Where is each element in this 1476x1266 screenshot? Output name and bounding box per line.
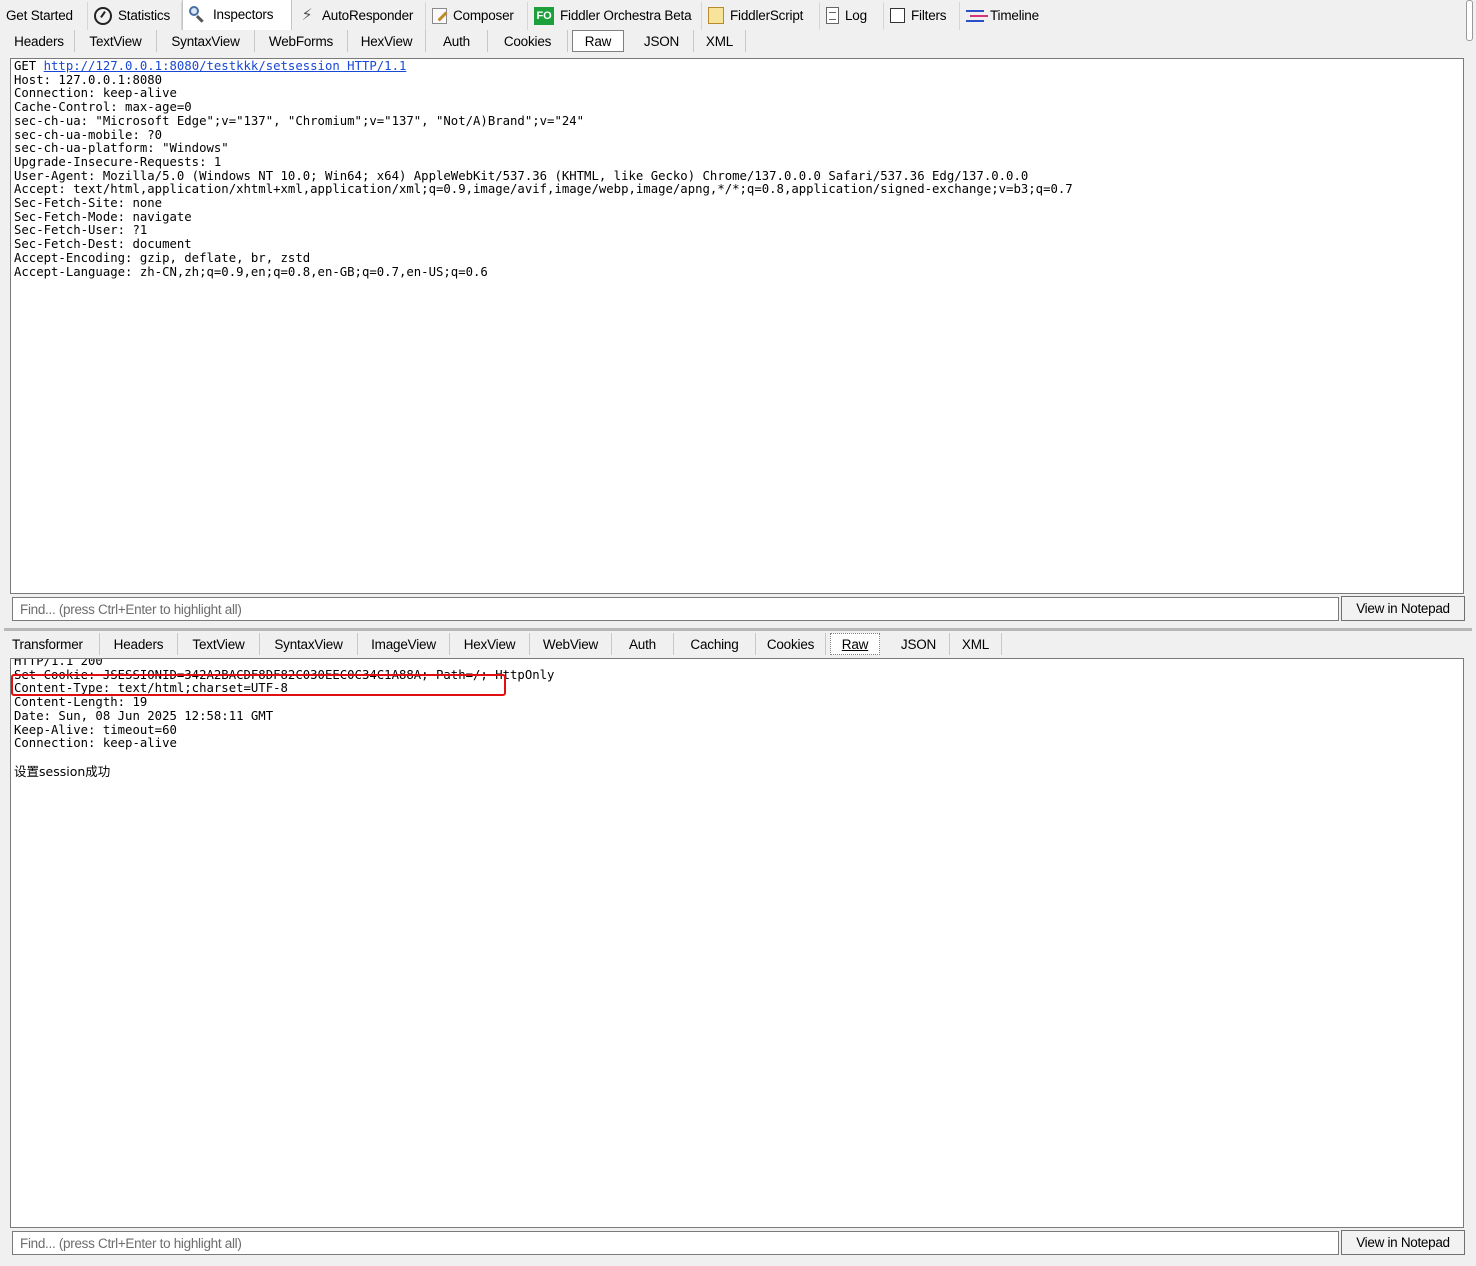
resp-tab-hexview[interactable]: HexView bbox=[450, 633, 530, 655]
request-raw-pane[interactable]: GET http://127.0.0.1:8080/testkkk/setses… bbox=[10, 58, 1464, 594]
tab-log[interactable]: Log bbox=[820, 1, 884, 30]
resp-tab-raw[interactable]: Raw bbox=[830, 633, 880, 655]
checkbox-icon bbox=[890, 8, 905, 23]
response-header-line: Keep-Alive: timeout=60 bbox=[14, 722, 177, 737]
tab-label: AutoResponder bbox=[322, 8, 414, 23]
response-header-line: Content-Length: 19 bbox=[14, 695, 148, 710]
request-find-bar: View in Notepad bbox=[10, 596, 1466, 622]
req-tab-syntaxview[interactable]: SyntaxView bbox=[157, 30, 255, 52]
response-view-in-notepad-button[interactable]: View in Notepad bbox=[1341, 1230, 1465, 1255]
stopwatch-icon bbox=[94, 6, 112, 25]
req-tab-headers[interactable]: Headers bbox=[4, 30, 75, 52]
tab-label: Log bbox=[845, 8, 867, 23]
resp-tab-json[interactable]: JSON bbox=[888, 633, 950, 655]
composer-pencil-icon bbox=[432, 7, 447, 24]
request-header-line: Sec-Fetch-Site: none bbox=[14, 196, 163, 211]
req-tab-webforms[interactable]: WebForms bbox=[255, 30, 348, 52]
request-header-line: Upgrade-Insecure-Requests: 1 bbox=[14, 154, 222, 169]
pane-splitter[interactable] bbox=[4, 628, 1472, 631]
fo-logo-icon: FO bbox=[534, 6, 554, 25]
resp-tab-xml[interactable]: XML bbox=[950, 633, 1002, 655]
request-raw-text: GET http://127.0.0.1:8080/testkkk/setses… bbox=[11, 59, 1463, 280]
scrollbar-thumb[interactable] bbox=[1466, 0, 1473, 41]
tab-inspectors[interactable]: Inspectors bbox=[182, 0, 292, 30]
request-header-line: Sec-Fetch-Dest: document bbox=[14, 237, 192, 252]
main-tab-bar: Get Started Statistics Inspectors ⚡ Auto… bbox=[0, 0, 1462, 31]
response-find-input[interactable] bbox=[12, 1231, 1339, 1255]
response-body-text: 设置session成功 bbox=[14, 763, 111, 779]
tab-label: FiddlerScript bbox=[730, 8, 804, 23]
inspector-magnifier-icon bbox=[189, 5, 207, 24]
request-header-line: sec-ch-ua-mobile: ?0 bbox=[14, 127, 163, 142]
request-header-line: Host: 127.0.0.1:8080 bbox=[14, 72, 163, 87]
tab-timeline[interactable]: Timeline bbox=[960, 2, 1050, 30]
tab-fiddlerscript[interactable]: FiddlerScript bbox=[702, 1, 820, 30]
request-header-line: Sec-Fetch-Mode: navigate bbox=[14, 209, 192, 224]
req-tab-raw[interactable]: Raw bbox=[572, 30, 624, 52]
tab-statistics[interactable]: Statistics bbox=[88, 1, 182, 30]
request-url-link[interactable]: http://127.0.0.1:8080/testkkk/setsession… bbox=[44, 59, 407, 73]
request-header-line: sec-ch-ua-platform: "Windows" bbox=[14, 141, 229, 156]
resp-tab-headers[interactable]: Headers bbox=[100, 633, 178, 655]
request-header-line: Accept-Encoding: gzip, deflate, br, zstd bbox=[14, 250, 311, 265]
tab-fiddler-orchestra[interactable]: FO Fiddler Orchestra Beta bbox=[528, 1, 702, 30]
tab-autoresponder[interactable]: ⚡ AutoResponder bbox=[292, 1, 426, 30]
request-view-in-notepad-button[interactable]: View in Notepad bbox=[1341, 596, 1465, 621]
resp-tab-textview[interactable]: TextView bbox=[178, 633, 260, 655]
request-header-line: sec-ch-ua: "Microsoft Edge";v="137", "Ch… bbox=[14, 113, 585, 128]
request-method: GET bbox=[14, 59, 44, 73]
request-header-line: Cache-Control: max-age=0 bbox=[14, 100, 192, 115]
tab-get-started[interactable]: Get Started bbox=[0, 1, 88, 30]
response-header-line: Date: Sun, 08 Jun 2025 12:58:11 GMT bbox=[14, 708, 274, 723]
request-header-line: Connection: keep-alive bbox=[14, 86, 177, 101]
response-header-line: Content-Type: text/html;charset=UTF-8 bbox=[14, 681, 288, 696]
resp-tab-auth[interactable]: Auth bbox=[612, 633, 674, 655]
resp-tab-transformer[interactable]: Transformer bbox=[4, 633, 100, 655]
tab-label: Composer bbox=[453, 8, 514, 23]
req-tab-xml[interactable]: XML bbox=[694, 30, 746, 52]
response-find-bar: View in Notepad bbox=[10, 1230, 1466, 1256]
req-tab-hexview[interactable]: HexView bbox=[348, 30, 426, 52]
req-tab-textview[interactable]: TextView bbox=[75, 30, 157, 52]
resp-tab-imageview[interactable]: ImageView bbox=[358, 633, 450, 655]
resp-tab-syntaxview[interactable]: SyntaxView bbox=[260, 633, 358, 655]
request-header-line: Accept-Language: zh-CN,zh;q=0.9,en;q=0.8… bbox=[14, 264, 488, 279]
log-document-icon bbox=[826, 7, 839, 24]
tab-composer[interactable]: Composer bbox=[426, 1, 528, 30]
request-header-line: User-Agent: Mozilla/5.0 (Windows NT 10.0… bbox=[14, 168, 1029, 183]
tab-filters[interactable]: Filters bbox=[884, 1, 960, 30]
response-raw-text: HTTP/1.1 200 Set-Cookie: JSESSIONID=342A… bbox=[11, 658, 1463, 780]
response-status-line: HTTP/1.1 200 bbox=[14, 658, 103, 668]
response-inspector-tabs: Transformer Headers TextView SyntaxView … bbox=[4, 632, 1002, 656]
set-cookie-attributes: Path=/; HttpOnly bbox=[428, 667, 555, 682]
response-raw-pane[interactable]: HTTP/1.1 200 Set-Cookie: JSESSIONID=342A… bbox=[10, 658, 1464, 1228]
request-find-input[interactable] bbox=[12, 597, 1339, 621]
resp-tab-webview[interactable]: WebView bbox=[530, 633, 612, 655]
tab-label: Timeline bbox=[990, 8, 1039, 23]
tab-label: Filters bbox=[911, 8, 947, 23]
lightning-icon: ⚡ bbox=[301, 6, 313, 24]
req-tab-cookies[interactable]: Cookies bbox=[488, 30, 568, 52]
set-cookie-header: Set-Cookie: JSESSIONID=342A2BACDF8DF82C0… bbox=[14, 667, 429, 682]
tab-label: Inspectors bbox=[213, 7, 274, 22]
resp-tab-caching[interactable]: Caching bbox=[674, 633, 756, 655]
timeline-bars-icon bbox=[966, 8, 984, 24]
tab-label: Statistics bbox=[118, 8, 171, 23]
req-tab-json[interactable]: JSON bbox=[630, 30, 694, 52]
req-tab-auth[interactable]: Auth bbox=[426, 30, 488, 52]
response-header-line: Connection: keep-alive bbox=[14, 736, 177, 751]
script-js-icon bbox=[708, 7, 724, 24]
resp-tab-cookies[interactable]: Cookies bbox=[756, 633, 826, 655]
request-header-line: Accept: text/html,application/xhtml+xml,… bbox=[14, 182, 1073, 197]
request-header-line: Sec-Fetch-User: ?1 bbox=[14, 223, 148, 238]
tab-label: Get Started bbox=[6, 8, 73, 23]
tab-label: Fiddler Orchestra Beta bbox=[560, 8, 692, 23]
request-inspector-tabs: Headers TextView SyntaxView WebForms Hex… bbox=[4, 29, 746, 53]
